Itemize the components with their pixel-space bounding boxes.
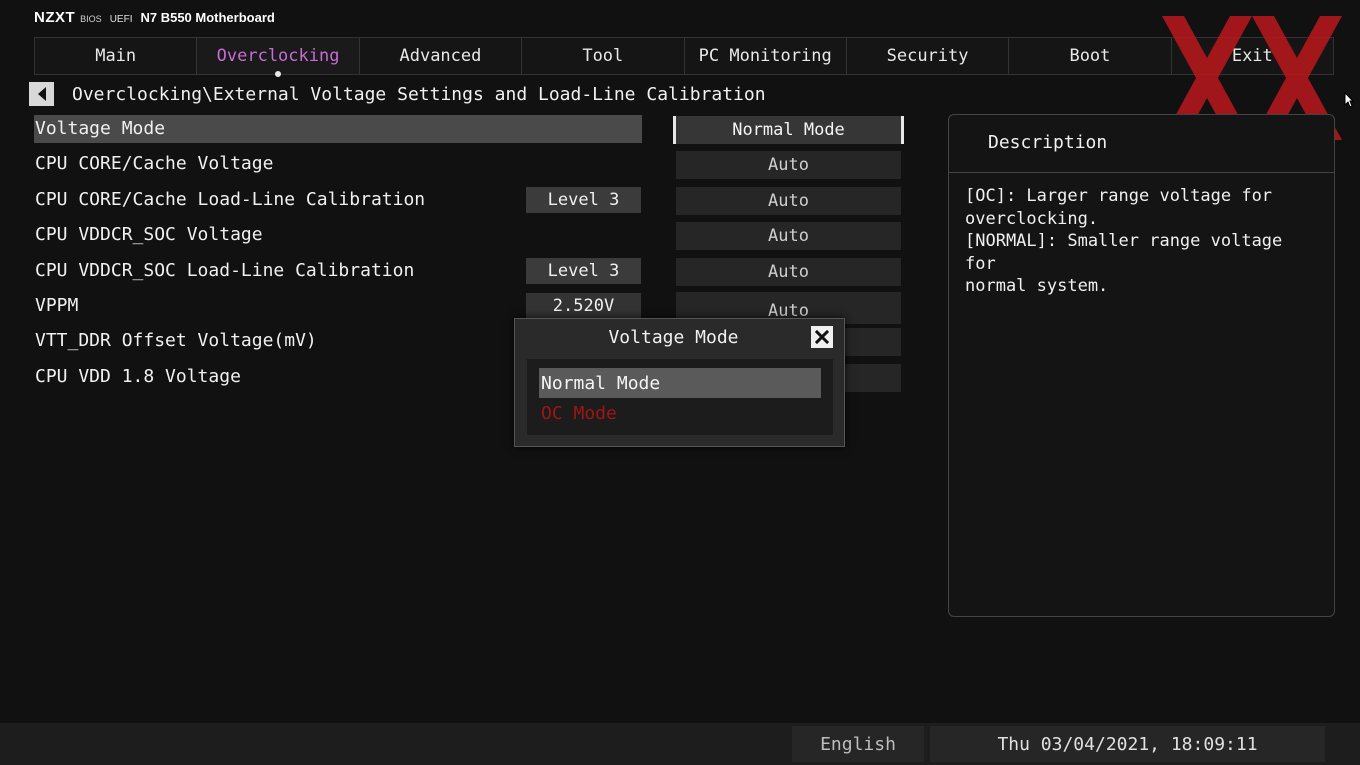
tab-label: Security (886, 46, 969, 66)
setting-label: VTT_DDR Offset Voltage(mV) (35, 330, 317, 351)
dialog-option-list: Normal Mode OC Mode (527, 359, 833, 435)
setting-label: CPU VDD 1.8 Voltage (35, 366, 241, 387)
setting-value-button[interactable]: Normal Mode (673, 116, 904, 144)
setting-cpu-vddcr-soc-voltage[interactable]: CPU VDDCR_SOC Voltage Auto (34, 221, 904, 251)
setting-label: CPU CORE/Cache Load-Line Calibration (35, 189, 426, 210)
tab-pc-monitoring[interactable]: PC Monitoring (685, 38, 847, 74)
brand-vendor: NZXT (34, 9, 76, 26)
setting-status: 2.520V (526, 293, 641, 319)
description-text: [OC]: Larger range voltage for overclock… (965, 186, 1283, 296)
setting-value-button[interactable]: Auto (676, 258, 901, 286)
setting-label: CPU VDDCR_SOC Load-Line Calibration (35, 260, 415, 281)
setting-voltage-mode[interactable]: Voltage Mode Normal Mode (34, 115, 904, 145)
setting-label: VPPM (35, 295, 79, 316)
dialog-title: Voltage Mode (608, 327, 739, 348)
tab-label: Main (95, 46, 137, 66)
tab-exit[interactable]: Exit (1172, 38, 1333, 74)
arrow-left-icon (37, 87, 46, 101)
setting-label: CPU CORE/Cache Voltage (35, 153, 274, 174)
language-selector[interactable]: English (792, 726, 924, 762)
setting-value-button[interactable]: Auto (676, 151, 901, 179)
brand-uefi: UEFI (109, 14, 133, 25)
setting-cpu-core-cache-voltage[interactable]: CPU CORE/Cache Voltage Auto (34, 150, 904, 180)
tab-label: Overclocking (216, 46, 340, 66)
setting-cpu-core-cache-llc[interactable]: CPU CORE/Cache Load-Line Calibration Lev… (34, 186, 904, 216)
datetime-display[interactable]: Thu 03/04/2021, 18:09:11 (930, 726, 1325, 762)
description-title: Description (988, 132, 1108, 153)
setting-value-button[interactable]: Auto (676, 222, 901, 250)
close-button[interactable] (811, 326, 833, 348)
setting-status: Level 3 (526, 258, 641, 284)
brand-bios: BIOS (80, 14, 102, 24)
description-panel: Description [OC]: Larger range voltage f… (948, 114, 1335, 617)
tab-label: Boot (1069, 46, 1111, 66)
main-tab-bar: Main Overclocking Advanced Tool PC Monit… (34, 37, 1334, 77)
tab-boot[interactable]: Boot (1009, 38, 1172, 74)
option-normal-mode[interactable]: Normal Mode (539, 368, 821, 398)
tab-advanced[interactable]: Advanced (360, 38, 523, 74)
setting-status: Level 3 (526, 187, 641, 213)
setting-label: CPU VDDCR_SOC Voltage (35, 224, 263, 245)
setting-value-button[interactable]: Auto (676, 187, 901, 215)
close-icon (815, 330, 829, 344)
option-oc-mode[interactable]: OC Mode (539, 398, 821, 428)
setting-label: Voltage Mode (35, 118, 166, 139)
description-header: Description (949, 115, 1334, 173)
setting-cpu-vddcr-soc-llc[interactable]: CPU VDDCR_SOC Load-Line Calibration Leve… (34, 257, 904, 287)
tab-label: PC Monitoring (698, 46, 832, 66)
tab-label: Exit (1231, 46, 1273, 66)
tab-overclocking[interactable]: Overclocking (197, 38, 360, 77)
mouse-cursor-icon (1344, 92, 1354, 108)
tab-label: Tool (582, 46, 624, 66)
tab-label: Advanced (399, 46, 482, 66)
brand-logo: NZXT BIOS UEFI N7 B550 Motherboard (34, 9, 275, 29)
tab-tool[interactable]: Tool (522, 38, 685, 74)
active-tab-indicator (275, 71, 282, 77)
voltage-mode-dialog: Voltage Mode Normal Mode OC Mode (514, 318, 845, 447)
back-button[interactable] (29, 82, 54, 106)
tab-security[interactable]: Security (847, 38, 1010, 74)
tab-main[interactable]: Main (35, 38, 198, 74)
brand-model: N7 B550 Motherboard (140, 10, 275, 25)
breadcrumb: Overclocking\External Voltage Settings a… (72, 84, 766, 105)
